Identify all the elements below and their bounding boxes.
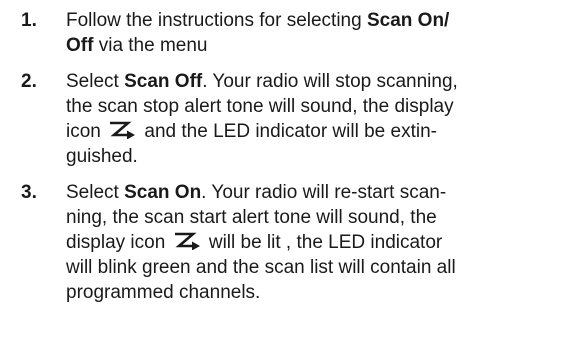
step-line: display icon will be lit , the LED indic… xyxy=(66,230,442,255)
step-text: programmed channels. xyxy=(66,282,261,303)
step-text: icon xyxy=(66,121,101,142)
step-line: the scan stop alert tone will sound, the… xyxy=(66,94,454,119)
instruction-list: 1. Follow the instructions for selecting… xyxy=(0,0,564,340)
step-line: guished. xyxy=(66,144,138,169)
menu-option-label: Scan Off xyxy=(124,71,203,92)
step-text: and the LED indicator will be extin- xyxy=(144,121,437,142)
step-text: ning, the scan start alert tone will sou… xyxy=(66,207,437,228)
step-text: guished. xyxy=(66,146,138,167)
step-number: 1. xyxy=(21,10,37,31)
step-text: will blink green and the scan list will … xyxy=(66,257,456,278)
step-text: via the menu xyxy=(93,35,208,56)
step-number: 2. xyxy=(21,71,37,92)
step-line: Off via the menu xyxy=(66,33,208,58)
menu-option-label: Scan On/ xyxy=(366,10,450,31)
step-line: will blink green and the scan list will … xyxy=(66,255,456,280)
step-text: display icon xyxy=(66,232,166,253)
step-line: Follow the instructions for selecting Sc… xyxy=(66,8,449,33)
step-line: programmed channels. xyxy=(66,280,260,305)
step-text: the scan stop alert tone will sound, the… xyxy=(66,96,454,117)
step-text: Select xyxy=(66,182,125,203)
step-line: ning, the scan start alert tone will sou… xyxy=(66,205,437,230)
step-text: Select xyxy=(66,71,125,92)
step-line: Select Scan Off. Your radio will stop sc… xyxy=(66,69,458,94)
step-line: icon and the LED indicator will be extin… xyxy=(66,119,437,144)
step-text: . Your radio will re-start scan- xyxy=(201,182,447,203)
step-number: 3. xyxy=(21,182,37,203)
scan-icon xyxy=(174,232,200,250)
step-text: Follow the instructions for selecting xyxy=(66,10,367,31)
step-text: will be lit , the LED indicator xyxy=(208,232,443,253)
step-text: . Your radio will stop scanning, xyxy=(202,71,458,92)
menu-option-label: Off xyxy=(66,35,94,56)
menu-option-label: Scan On xyxy=(124,182,202,203)
step-line: Select Scan On. Your radio will re-start… xyxy=(66,180,446,205)
scan-icon xyxy=(110,121,136,139)
